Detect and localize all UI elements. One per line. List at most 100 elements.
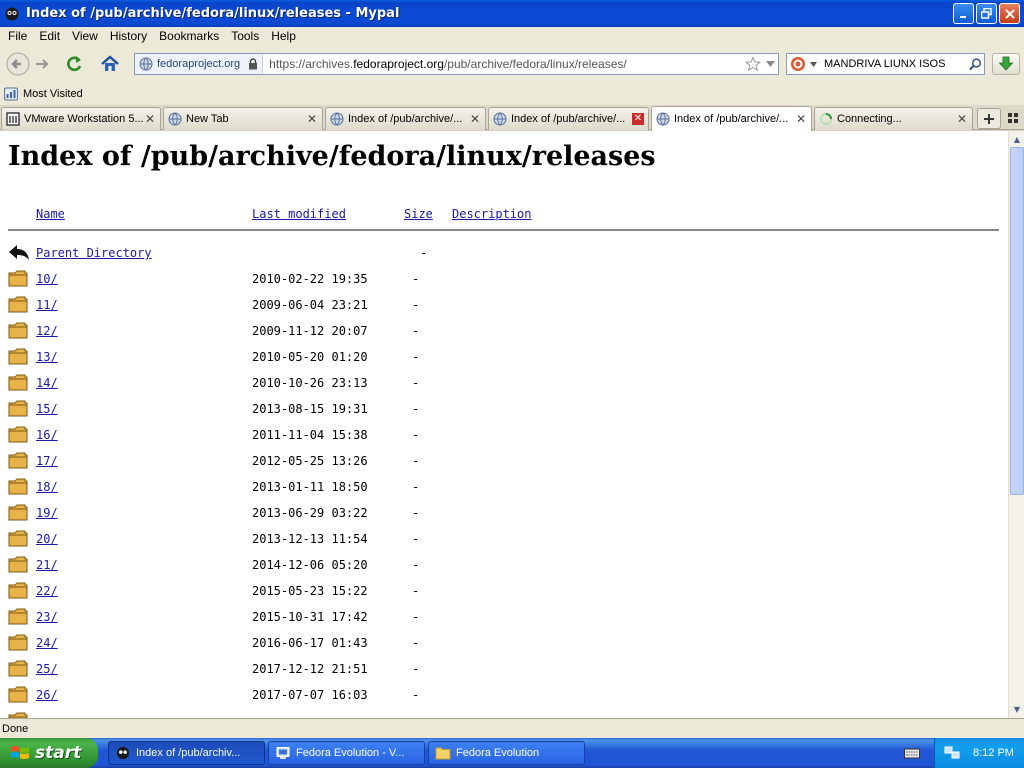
directory-link[interactable]: 21/ (36, 558, 58, 572)
column-last-modified-link[interactable]: Last modified (252, 207, 346, 221)
restore-button[interactable] (976, 3, 997, 24)
directory-link[interactable]: 26/ (36, 688, 58, 702)
keyboard-icon[interactable] (904, 746, 920, 760)
most-visited-icon (4, 87, 18, 101)
directory-link[interactable]: 17/ (36, 454, 58, 468)
close-tab-icon[interactable]: ✕ (956, 112, 968, 126)
search-input[interactable]: MANDRIVA LIUNX ISOS (817, 58, 966, 70)
directory-row: 25/2017-12-12 21:51 - (0, 658, 1000, 684)
globe-icon (330, 112, 344, 126)
parent-directory-row: Parent Directory - (0, 242, 1000, 268)
column-description-link[interactable]: Description (452, 207, 531, 221)
back-arrow-icon (8, 243, 29, 261)
last-modified: 2010-10-26 23:13 (252, 376, 368, 390)
directory-link[interactable]: 20/ (36, 532, 58, 546)
menu-file[interactable]: File (2, 29, 33, 43)
column-size-link[interactable]: Size (404, 207, 433, 221)
menu-view[interactable]: View (66, 29, 104, 43)
clock[interactable]: 8:12 PM (973, 747, 1014, 759)
directory-link[interactable]: 22/ (36, 584, 58, 598)
downloads-button[interactable] (992, 53, 1020, 75)
scroll-up-arrow-icon[interactable]: ▲ (1010, 132, 1024, 146)
close-window-button[interactable] (999, 3, 1020, 24)
directory-link[interactable]: 14/ (36, 376, 58, 390)
url-text[interactable]: https://archives.fedoraproject.org/pub/a… (263, 57, 744, 71)
menu-tools[interactable]: Tools (225, 29, 265, 43)
reload-button[interactable] (62, 52, 86, 76)
directory-link[interactable]: 24/ (36, 636, 58, 650)
taskbar-item-browser[interactable]: Index of /pub/archiv... (108, 741, 265, 765)
directory-link[interactable]: 18/ (36, 480, 58, 494)
url-bar[interactable]: fedoraproject.org https://archives.fedor… (134, 53, 779, 75)
directory-link[interactable]: 11/ (36, 298, 58, 312)
most-visited-folder[interactable]: Most Visited (4, 87, 83, 101)
mypal-app-icon[interactable] (4, 6, 20, 22)
windows-taskbar: start Index of /pub/archiv... Fedora Evo… (0, 738, 1024, 768)
forward-button[interactable] (30, 52, 54, 76)
search-bar[interactable]: MANDRIVA LIUNX ISOS (786, 53, 985, 75)
taskbar-item-vmware[interactable]: Fedora Evolution - V... (268, 741, 425, 765)
close-tab-icon[interactable]: ✕ (306, 112, 318, 126)
search-engine-icon[interactable] (787, 56, 817, 72)
last-modified: 2014-12-06 05:20 (252, 558, 368, 572)
file-size: - (412, 532, 420, 546)
tab-index-2[interactable]: Index of /pub/archive/... ✕ (488, 107, 649, 130)
list-all-tabs-icon[interactable] (1005, 109, 1021, 127)
menu-bookmarks[interactable]: Bookmarks (153, 29, 225, 43)
menu-bar: File Edit View History Bookmarks Tools H… (0, 27, 1024, 45)
taskbar-item-folder[interactable]: Fedora Evolution (428, 741, 585, 765)
file-size: - (412, 506, 420, 520)
last-modified: 2009-11-12 20:07 (252, 324, 368, 338)
scroll-down-arrow-icon[interactable]: ▼ (1010, 702, 1024, 716)
close-tab-icon[interactable]: ✕ (795, 112, 807, 126)
tab-connecting[interactable]: Connecting... ✕ (814, 107, 973, 130)
scrollbar-thumb[interactable] (1010, 147, 1024, 495)
folder-icon (8, 503, 28, 521)
directory-link[interactable]: 25/ (36, 662, 58, 676)
vertical-scrollbar[interactable]: ▲ ▼ (1008, 131, 1024, 718)
file-size: - (412, 298, 420, 312)
start-button[interactable]: start (0, 738, 98, 768)
directory-row: 16/2011-11-04 15:38 - (0, 424, 1000, 450)
directory-link[interactable]: 10/ (36, 272, 58, 286)
parent-directory-link[interactable]: Parent Directory (36, 246, 152, 260)
directory-link[interactable]: 16/ (36, 428, 58, 442)
network-icon[interactable] (944, 746, 960, 760)
search-icon[interactable] (966, 57, 984, 71)
tab-vmware[interactable]: VMware Workstation 5... ✕ (1, 107, 161, 130)
globe-icon (139, 57, 153, 71)
tab-index-active[interactable]: Index of /pub/archive/... ✕ (651, 106, 812, 131)
column-name-link[interactable]: Name (36, 207, 65, 221)
last-modified: 2015-10-31 17:42 (252, 610, 368, 624)
directory-row: 15/2013-08-15 19:31 - (0, 398, 1000, 424)
close-tab-icon[interactable]: ✕ (469, 112, 481, 126)
directory-link[interactable]: 12/ (36, 324, 58, 338)
folder-icon (8, 581, 28, 599)
file-size: - (412, 662, 420, 676)
menu-help[interactable]: Help (265, 29, 302, 43)
file-size: - (412, 272, 420, 286)
tab-label: Index of /pub/archive/... (348, 113, 463, 125)
folder-icon (8, 711, 28, 718)
menu-history[interactable]: History (104, 29, 153, 43)
last-modified: 2013-12-13 11:54 (252, 532, 368, 546)
back-button[interactable] (6, 52, 30, 76)
minimize-button[interactable] (953, 3, 974, 24)
window-title-bar[interactable]: Index of /pub/archive/fedora/linux/relea… (0, 0, 1024, 27)
menu-edit[interactable]: Edit (33, 29, 66, 43)
folder-icon (435, 746, 451, 760)
tab-new-tab[interactable]: New Tab ✕ (163, 107, 323, 130)
tab-index-1[interactable]: Index of /pub/archive/... ✕ (325, 107, 486, 130)
file-size: - (412, 636, 420, 650)
home-button[interactable] (98, 52, 122, 76)
new-tab-button[interactable] (977, 108, 1001, 129)
directory-link[interactable]: 19/ (36, 506, 58, 520)
url-dropdown-icon[interactable] (762, 61, 778, 67)
site-identity-button[interactable]: fedoraproject.org (135, 54, 264, 74)
directory-link[interactable]: 13/ (36, 350, 58, 364)
close-tab-icon[interactable]: ✕ (144, 112, 156, 126)
bookmark-star-icon[interactable] (744, 56, 762, 72)
directory-link[interactable]: 23/ (36, 610, 58, 624)
directory-link[interactable]: 15/ (36, 402, 58, 416)
close-tab-icon[interactable]: ✕ (632, 113, 644, 125)
